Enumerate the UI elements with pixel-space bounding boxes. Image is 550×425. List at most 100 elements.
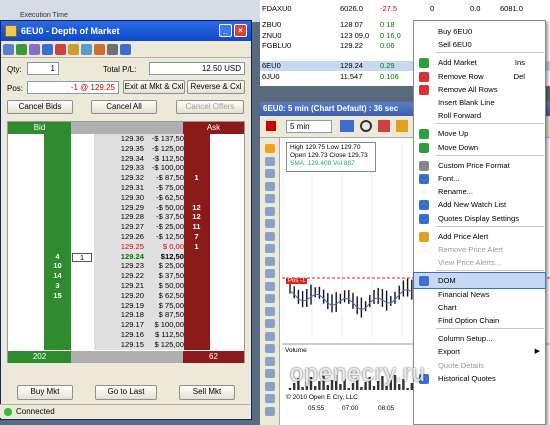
- menu-item-view-price-alerts[interactable]: View Price Alerts...: [414, 255, 545, 270]
- ladder-row[interactable]: 129.32 -$ 87,50 1: [8, 173, 244, 184]
- price-ladder: Bid Ask 129.36 -$ 137,50 129.35 -$ 125,00 12…: [7, 121, 245, 363]
- grid-icon[interactable]: [16, 43, 27, 55]
- drawing-tool-icon[interactable]: [265, 219, 275, 228]
- quote-d: 0.0: [470, 4, 481, 13]
- price-cell: 129.27: [94, 222, 144, 233]
- menu-label: Chart: [438, 302, 457, 312]
- menu-item-sell-6eu0[interactable]: Sell 6EU0: [414, 37, 545, 52]
- tools-icon[interactable]: [107, 43, 118, 55]
- ladder-row[interactable]: 129.24 $12,50 4 1: [8, 251, 244, 262]
- ladder-row[interactable]: 129.17 $ 100,00: [8, 320, 244, 331]
- menu-label: Remove Row: [438, 71, 484, 81]
- bid-header[interactable]: Bid: [8, 122, 71, 134]
- quote-a: 11.547: [340, 72, 363, 81]
- drawing-tool-icon[interactable]: [265, 294, 275, 303]
- ladder-row[interactable]: 129.20 $ 62,50 15: [8, 290, 244, 301]
- drawing-icon[interactable]: [396, 120, 408, 132]
- menu-item-find-option-chain[interactable]: Find Option Chain: [414, 313, 545, 328]
- ladder-row[interactable]: 129.25 $ 0,00 1: [8, 241, 244, 252]
- menu-icon: [419, 58, 429, 69]
- link-icon[interactable]: [81, 43, 92, 55]
- ladder-row[interactable]: 129.35 -$ 125,00: [8, 143, 244, 154]
- chart-type-icon[interactable]: [340, 120, 354, 132]
- drawing-tool-icon[interactable]: [265, 406, 275, 416]
- sell-market-button[interactable]: Sell Mkt: [179, 385, 235, 400]
- reverse-button[interactable]: Reverse & Cxl: [187, 80, 245, 94]
- ask-cell: [183, 300, 210, 311]
- watermark: openecry.ru: [290, 360, 426, 387]
- studies-icon[interactable]: [378, 120, 390, 132]
- menu-item-roll-forward[interactable]: Roll Forward: [414, 108, 545, 123]
- menu-item-move-down[interactable]: Move Down: [414, 140, 545, 155]
- lock-icon[interactable]: [68, 43, 79, 55]
- exit-at-mkt-button[interactable]: Exit at Mkt & Cxl: [123, 80, 185, 94]
- drawing-tool-icon[interactable]: [265, 231, 275, 241]
- go-to-last-button[interactable]: Go to Last: [95, 385, 157, 400]
- close-icon[interactable]: ×: [234, 24, 247, 37]
- drawing-tool-icon[interactable]: [265, 156, 275, 166]
- ladder-row[interactable]: 129.23 $ 25,00 10: [8, 261, 244, 272]
- ladder-row[interactable]: 129.28 -$ 37,50 12: [8, 212, 244, 223]
- drawing-tool-icon[interactable]: [265, 181, 275, 191]
- qty-stepper[interactable]: 1: [27, 62, 59, 75]
- ladder-row[interactable]: 129.34 -$ 112,50: [8, 153, 244, 164]
- drawing-tool-icon[interactable]: [265, 244, 275, 253]
- settings-icon[interactable]: [3, 43, 14, 55]
- ladder-row[interactable]: 129.15 $ 125,00: [8, 339, 244, 350]
- filter-icon[interactable]: [29, 43, 40, 55]
- ladder-row[interactable]: 129.33 -$ 100,00: [8, 163, 244, 174]
- drawing-tool-icon[interactable]: [265, 169, 275, 178]
- menu-label: Add New Watch List: [438, 200, 507, 210]
- chart-icon[interactable]: [42, 43, 53, 55]
- drawing-tool-icon[interactable]: [265, 344, 275, 353]
- drawing-tool-icon[interactable]: [265, 144, 275, 153]
- quote-sym: 6JU0: [262, 72, 280, 81]
- ladder-row[interactable]: 129.36 -$ 137,50: [8, 134, 244, 145]
- drawing-tool-icon[interactable]: [265, 306, 275, 316]
- drawing-tool-icon[interactable]: [265, 381, 275, 391]
- ladder-row[interactable]: 129.30 -$ 62,50: [8, 192, 244, 203]
- ladder-row[interactable]: 129.19 $ 75,00: [8, 300, 244, 311]
- cursor-icon[interactable]: [266, 121, 276, 131]
- ask-header[interactable]: Ask: [183, 122, 244, 134]
- drawing-tool-icon[interactable]: [265, 269, 275, 278]
- cancel-all-button[interactable]: Cancel All: [91, 100, 157, 114]
- volume-bar: [347, 388, 350, 390]
- bid-qty: 14: [53, 271, 62, 281]
- drawing-tool-icon[interactable]: [265, 356, 275, 366]
- zoom-icon[interactable]: [360, 120, 372, 132]
- quote-a: 123 09,0: [340, 31, 370, 40]
- menu-item-historical-quotes[interactable]: Historical Quotes: [414, 371, 545, 386]
- interval-select[interactable]: 5 min: [286, 120, 332, 133]
- ladder-row[interactable]: 129.29 -$ 50,00 12: [8, 202, 244, 213]
- help-icon[interactable]: [120, 43, 131, 55]
- minimize-icon[interactable]: _: [219, 24, 232, 37]
- drawing-tool-icon[interactable]: [265, 194, 275, 203]
- quote-row[interactable]: FDAXU0 6026.0 -27.5 0 0.0 6081.0: [260, 4, 550, 14]
- ladder-row[interactable]: 129.27 -$ 25,00 11: [8, 222, 244, 233]
- palette-icon[interactable]: [94, 43, 105, 55]
- cancel-bids-button[interactable]: Cancel Bids: [7, 100, 73, 114]
- drawing-tool-icon[interactable]: [265, 319, 275, 328]
- status-text: Connected: [16, 407, 55, 416]
- cancel-offers-button[interactable]: Cancel Offers: [176, 100, 244, 114]
- ladder-row[interactable]: 129.31 -$ 75,00: [8, 183, 244, 194]
- vol-label: Vol: [333, 160, 343, 167]
- drawing-tool-icon[interactable]: [265, 206, 275, 216]
- menu-item-quotes-display-settings[interactable]: Quotes Display Settings: [414, 211, 545, 226]
- dom-title-bar[interactable]: 6EU0 - Depth of Market _ ×: [1, 21, 251, 41]
- ladder-row[interactable]: 129.22 $ 37,50 14: [8, 271, 244, 282]
- drawing-tool-icon[interactable]: [265, 331, 275, 341]
- ladder-row[interactable]: 129.26 -$ 12,50 7: [8, 232, 244, 243]
- menu-icon: [419, 84, 429, 95]
- drawing-tool-icon[interactable]: [265, 369, 275, 378]
- drawing-tool-icon[interactable]: [265, 394, 275, 403]
- ladder-row[interactable]: 129.16 $ 112,50: [8, 330, 244, 341]
- bid-cell: [44, 339, 71, 350]
- ladder-row[interactable]: 129.18 $ 87,50: [8, 310, 244, 321]
- flag-icon[interactable]: [55, 43, 66, 55]
- buy-market-button[interactable]: Buy Mkt: [17, 385, 73, 400]
- ladder-row[interactable]: 129.21 $ 50,00 3: [8, 281, 244, 292]
- drawing-tool-icon[interactable]: [265, 281, 275, 291]
- drawing-tool-icon[interactable]: [265, 256, 275, 266]
